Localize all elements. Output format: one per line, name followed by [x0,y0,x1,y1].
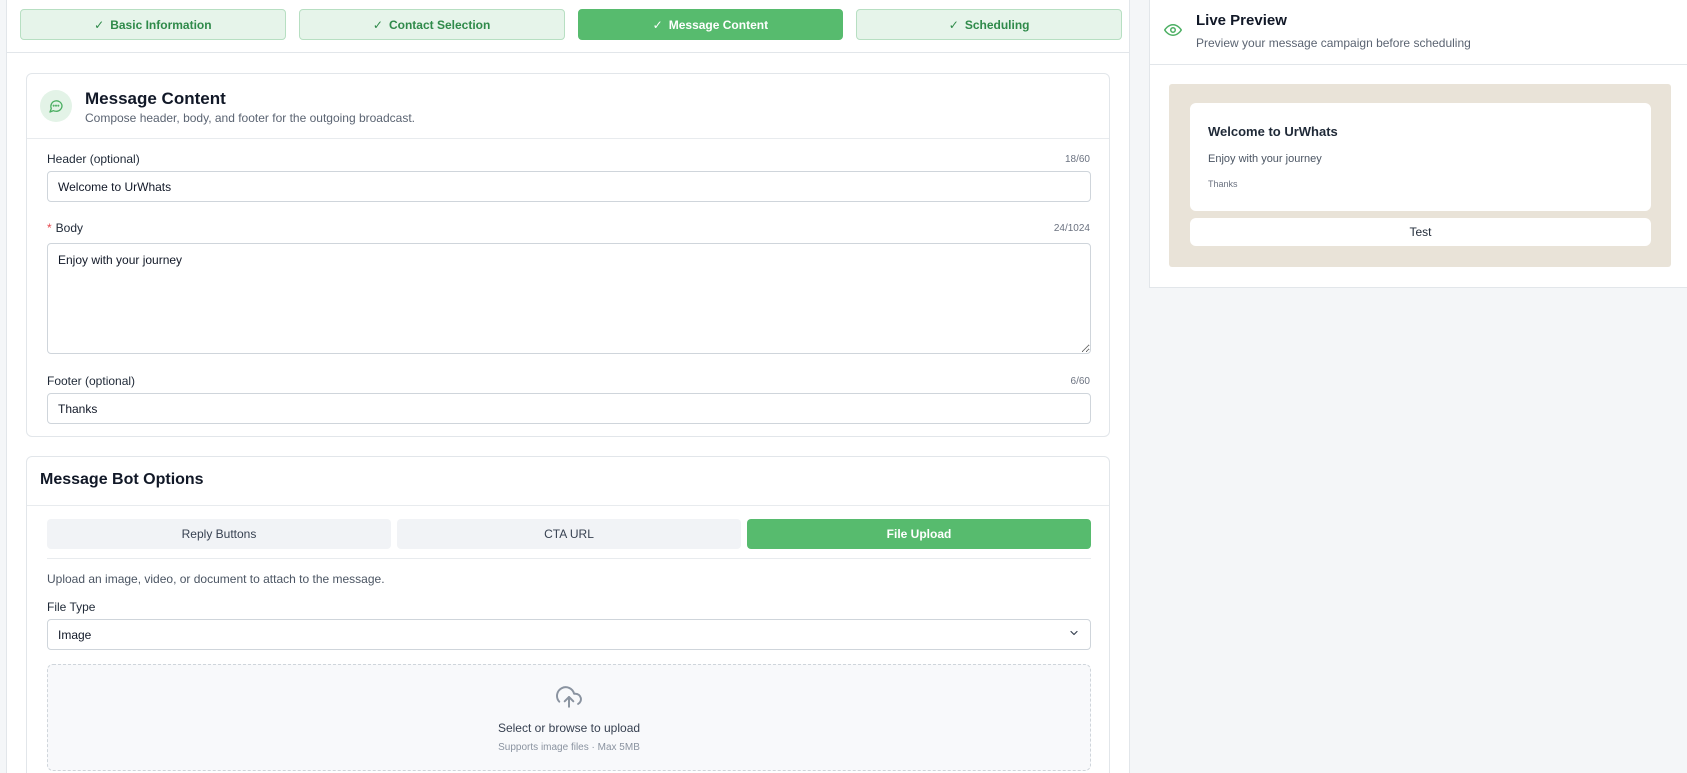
footer-label: Footer (optional) [47,374,136,388]
header-input[interactable] [47,171,1091,202]
step-label: Scheduling [964,17,1030,32]
chevron-down-icon [1068,627,1080,642]
divider [47,558,1091,559]
body-label: * Body [47,221,83,235]
preview-test-button[interactable]: Test [1190,218,1651,246]
header-counter: 18/60 [1064,154,1090,165]
step-label: Basic Information [110,17,212,32]
dropzone-subtext: Supports image files · Max 5MB [498,742,640,753]
preview-body: Enjoy with your journey [1208,153,1322,165]
required-mark: * [47,221,52,235]
footer-counter: 6/60 [1070,376,1090,387]
bot-option-tabs: Reply Buttons CTA URL File Upload [47,519,1091,549]
message-bubble: Welcome to UrWhats Enjoy with your journ… [1190,103,1651,211]
divider [27,505,1109,506]
footer-input[interactable] [47,393,1091,424]
upload-description: Upload an image, video, or document to a… [47,572,385,586]
file-type-label: File Type [47,600,96,614]
message-bot-options-card: Message Bot Options Reply Buttons CTA UR… [26,456,1110,773]
check-icon: ✓ [652,17,663,32]
check-icon: ✓ [94,17,105,32]
message-content-header: Message Content Compose header, body, an… [27,74,1109,139]
header-label: Header (optional) [47,152,140,166]
section-title: Message Content [85,89,226,108]
step-scheduling[interactable]: ✓ Scheduling [856,9,1122,40]
live-preview-title: Live Preview [1196,12,1287,29]
check-icon: ✓ [948,17,959,32]
stepper: ✓ Basic Information ✓ Contact Selection … [20,9,1122,40]
stepper-divider [7,52,1129,53]
step-contact-selection[interactable]: ✓ Contact Selection [298,9,565,40]
live-preview-panel: Live Preview Preview your message campai… [1149,0,1687,288]
body-label-text: Body [55,221,84,235]
live-preview-subtitle: Preview your message campaign before sch… [1196,36,1471,50]
preview-header: Welcome to UrWhats [1208,124,1338,139]
check-icon: ✓ [372,17,383,32]
file-type-value: Image [58,627,92,642]
step-basic-information[interactable]: ✓ Basic Information [20,9,286,40]
campaign-form-panel: ✓ Basic Information ✓ Contact Selection … [6,0,1130,773]
eye-icon [1164,21,1182,44]
file-type-select[interactable]: Image [47,619,1091,650]
cloud-upload-icon [556,684,582,715]
step-label: Message Content [668,17,769,32]
step-label: Contact Selection [388,17,491,32]
body-textarea[interactable]: Enjoy with your journey [47,243,1091,354]
preview-footer: Thanks [1208,179,1238,189]
bot-options-title: Message Bot Options [40,471,204,488]
dropzone-text: Select or browse to upload [497,721,641,735]
divider [1150,64,1687,65]
tab-file-upload[interactable]: File Upload [747,519,1091,549]
chat-background: Welcome to UrWhats Enjoy with your journ… [1169,84,1671,267]
section-subtitle: Compose header, body, and footer for the… [85,111,415,125]
step-message-content[interactable]: ✓ Message Content [577,9,844,40]
chat-bubble-icon [40,90,72,122]
file-dropzone[interactable]: Select or browse to upload Supports imag… [47,664,1091,771]
tab-cta-url[interactable]: CTA URL [397,519,741,549]
message-content-card: Message Content Compose header, body, an… [26,73,1110,437]
body-counter: 24/1024 [1053,223,1090,234]
tab-reply-buttons[interactable]: Reply Buttons [47,519,391,549]
